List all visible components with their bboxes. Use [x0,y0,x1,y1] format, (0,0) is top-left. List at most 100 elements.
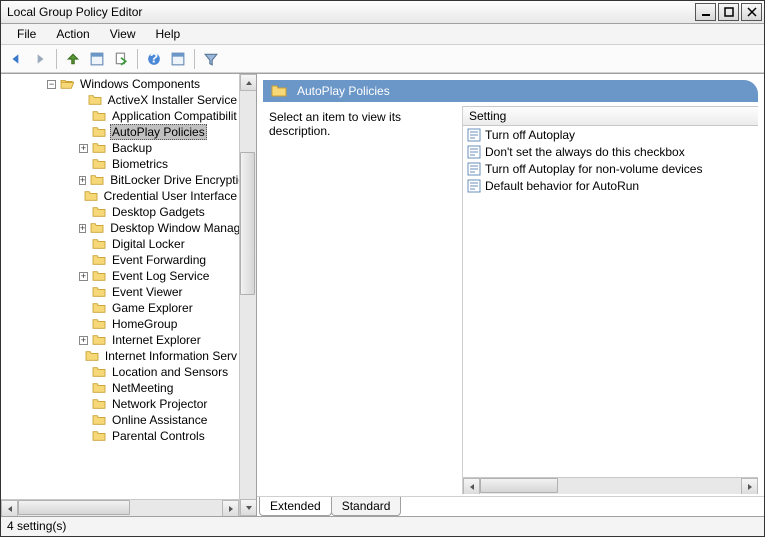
scroll-track[interactable] [480,478,741,494]
menu-action[interactable]: Action [46,25,99,43]
scroll-thumb[interactable] [240,152,255,295]
tree-item[interactable]: Parental Controls [1,428,239,444]
expand-icon[interactable]: + [79,336,88,345]
scroll-right-button[interactable] [222,500,239,516]
setting-label: Don't set the always do this checkbox [485,145,685,159]
forward-button[interactable] [29,48,51,70]
tree-item[interactable]: + Backup [1,140,239,156]
list-hscrollbar[interactable] [463,477,758,494]
tab-standard[interactable]: Standard [331,497,402,516]
expand-icon[interactable]: + [79,272,88,281]
menu-file[interactable]: File [7,25,46,43]
help-button[interactable] [143,48,165,70]
properties-button[interactable] [86,48,108,70]
tree-item[interactable]: Credential User Interface [1,188,239,204]
tree-item[interactable]: HomeGroup [1,316,239,332]
chevron-left-icon [468,483,476,491]
tree-item[interactable]: Desktop Gadgets [1,204,239,220]
expand-icon[interactable]: + [79,144,88,153]
tree-item-label: Windows Components [78,77,202,91]
tree-item[interactable]: Network Projector [1,396,239,412]
chevron-down-icon [245,504,253,512]
folder-icon [92,110,106,122]
tree-view[interactable]: − Windows ComponentsActiveX Installer Ser… [1,74,239,499]
export-icon [114,52,128,66]
export-button[interactable] [110,48,132,70]
scroll-thumb[interactable] [480,478,558,493]
toolbar-separator [56,49,57,69]
folder-icon [92,382,106,394]
tree-item[interactable]: ActiveX Installer Service [1,92,239,108]
scroll-track[interactable] [18,500,222,516]
tab-extended[interactable]: Extended [259,497,332,516]
tree-item[interactable]: Internet Information Serv [1,348,239,364]
setting-item[interactable]: Turn off Autoplay [463,126,758,143]
tree-item-label: Desktop Gadgets [110,205,207,219]
minimize-button[interactable] [695,3,716,21]
scroll-up-button[interactable] [240,74,256,91]
folder-icon [92,286,106,298]
menu-view[interactable]: View [100,25,146,43]
scroll-down-button[interactable] [240,499,256,516]
tree-item[interactable]: Online Assistance [1,412,239,428]
maximize-button[interactable] [718,3,739,21]
chevron-left-icon [6,505,14,513]
scroll-right-button[interactable] [741,478,758,494]
tree-item[interactable]: AutoPlay Policies [1,124,239,140]
titlebar[interactable]: Local Group Policy Editor [1,1,764,24]
folder-icon [92,318,106,330]
up-button[interactable] [62,48,84,70]
forward-icon [33,52,47,66]
tree-item[interactable]: Location and Sensors [1,364,239,380]
description-text: Select an item to view its description. [269,110,401,138]
tree-item-label: Credential User Interface [102,189,239,203]
tree-item[interactable]: +BitLocker Drive Encryption [1,172,239,188]
tree-item[interactable]: Biometrics [1,156,239,172]
tree-item[interactable]: Event Forwarding [1,252,239,268]
scroll-left-button[interactable] [1,500,18,516]
tree-vscrollbar[interactable] [239,74,256,516]
tree-hscrollbar[interactable] [1,499,239,516]
tree-item[interactable]: Application Compatibilit [1,108,239,124]
expand-icon[interactable]: + [79,176,86,185]
folder-open-icon [60,78,74,90]
tree-item[interactable]: Event Viewer [1,284,239,300]
collapse-icon[interactable]: − [47,80,56,89]
scroll-track[interactable] [240,91,256,499]
folder-icon [92,158,106,170]
folder-icon [92,430,106,442]
tree-item[interactable]: Game Explorer [1,300,239,316]
tree-item-windows-components[interactable]: − Windows Components [1,76,239,92]
column-header-setting[interactable]: Setting [463,106,758,126]
close-button[interactable] [741,3,762,21]
filter-button[interactable] [200,48,222,70]
properties-button-2[interactable] [167,48,189,70]
policy-icon [467,128,481,142]
detail-tabs: Extended Standard [257,496,764,516]
settings-list-body[interactable]: Turn off Autoplay Don't set the always do… [463,126,758,477]
tree-item[interactable]: + Desktop Window Manag [1,220,239,236]
tree-item-label: HomeGroup [110,317,179,331]
tree-item-label: Event Forwarding [110,253,208,267]
tree-item-label: Desktop Window Manag [108,221,239,235]
detail-heading-text: AutoPlay Policies [297,84,390,98]
setting-item[interactable]: Turn off Autoplay for non-volume devices [463,160,758,177]
help-icon [147,52,161,66]
expand-icon[interactable]: + [79,224,86,233]
tree-item[interactable]: NetMeeting [1,380,239,396]
folder-icon [92,398,106,410]
tree-pane: − Windows ComponentsActiveX Installer Ser… [1,74,257,516]
setting-item[interactable]: Don't set the always do this checkbox [463,143,758,160]
scroll-thumb[interactable] [18,500,130,515]
chevron-right-icon [746,483,754,491]
scroll-left-button[interactable] [463,478,480,494]
tree-item[interactable]: +Internet Explorer [1,332,239,348]
tree-item-label: Event Viewer [110,285,184,299]
menu-help[interactable]: Help [146,25,191,43]
tree-item[interactable]: +Event Log Service [1,268,239,284]
back-button[interactable] [5,48,27,70]
tree-item-label: Backup [110,141,154,155]
back-icon [9,52,23,66]
setting-item[interactable]: Default behavior for AutoRun [463,177,758,194]
tree-item[interactable]: Digital Locker [1,236,239,252]
